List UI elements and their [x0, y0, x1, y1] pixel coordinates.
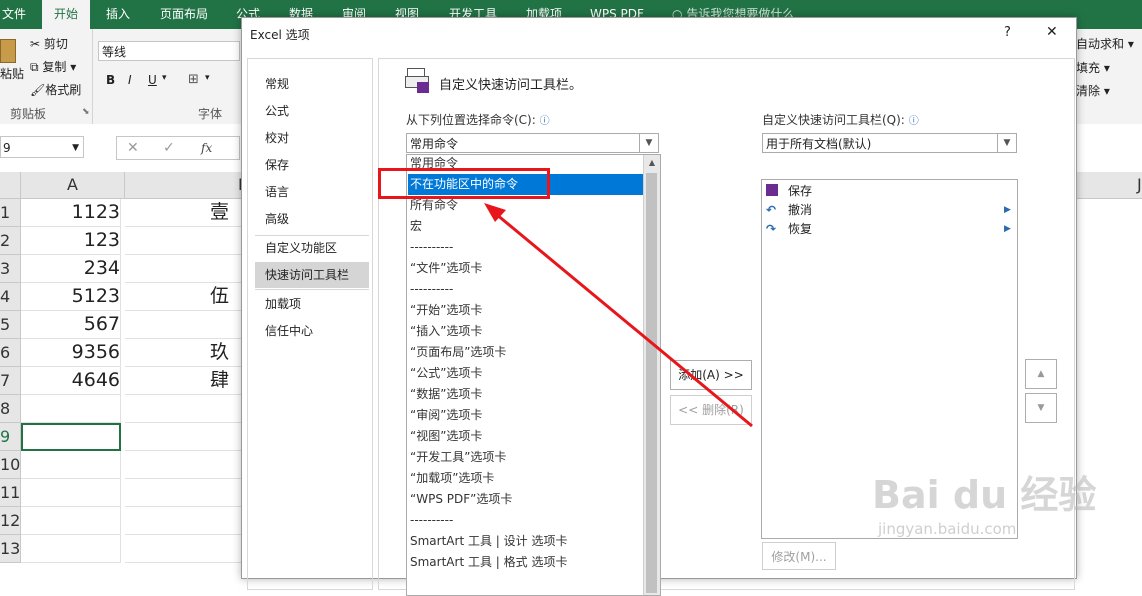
watermark-url: jingyan.baidu.com [878, 520, 1017, 538]
arrow-line [495, 212, 753, 428]
baidu-watermark: Bai du 经验 [872, 473, 1097, 517]
